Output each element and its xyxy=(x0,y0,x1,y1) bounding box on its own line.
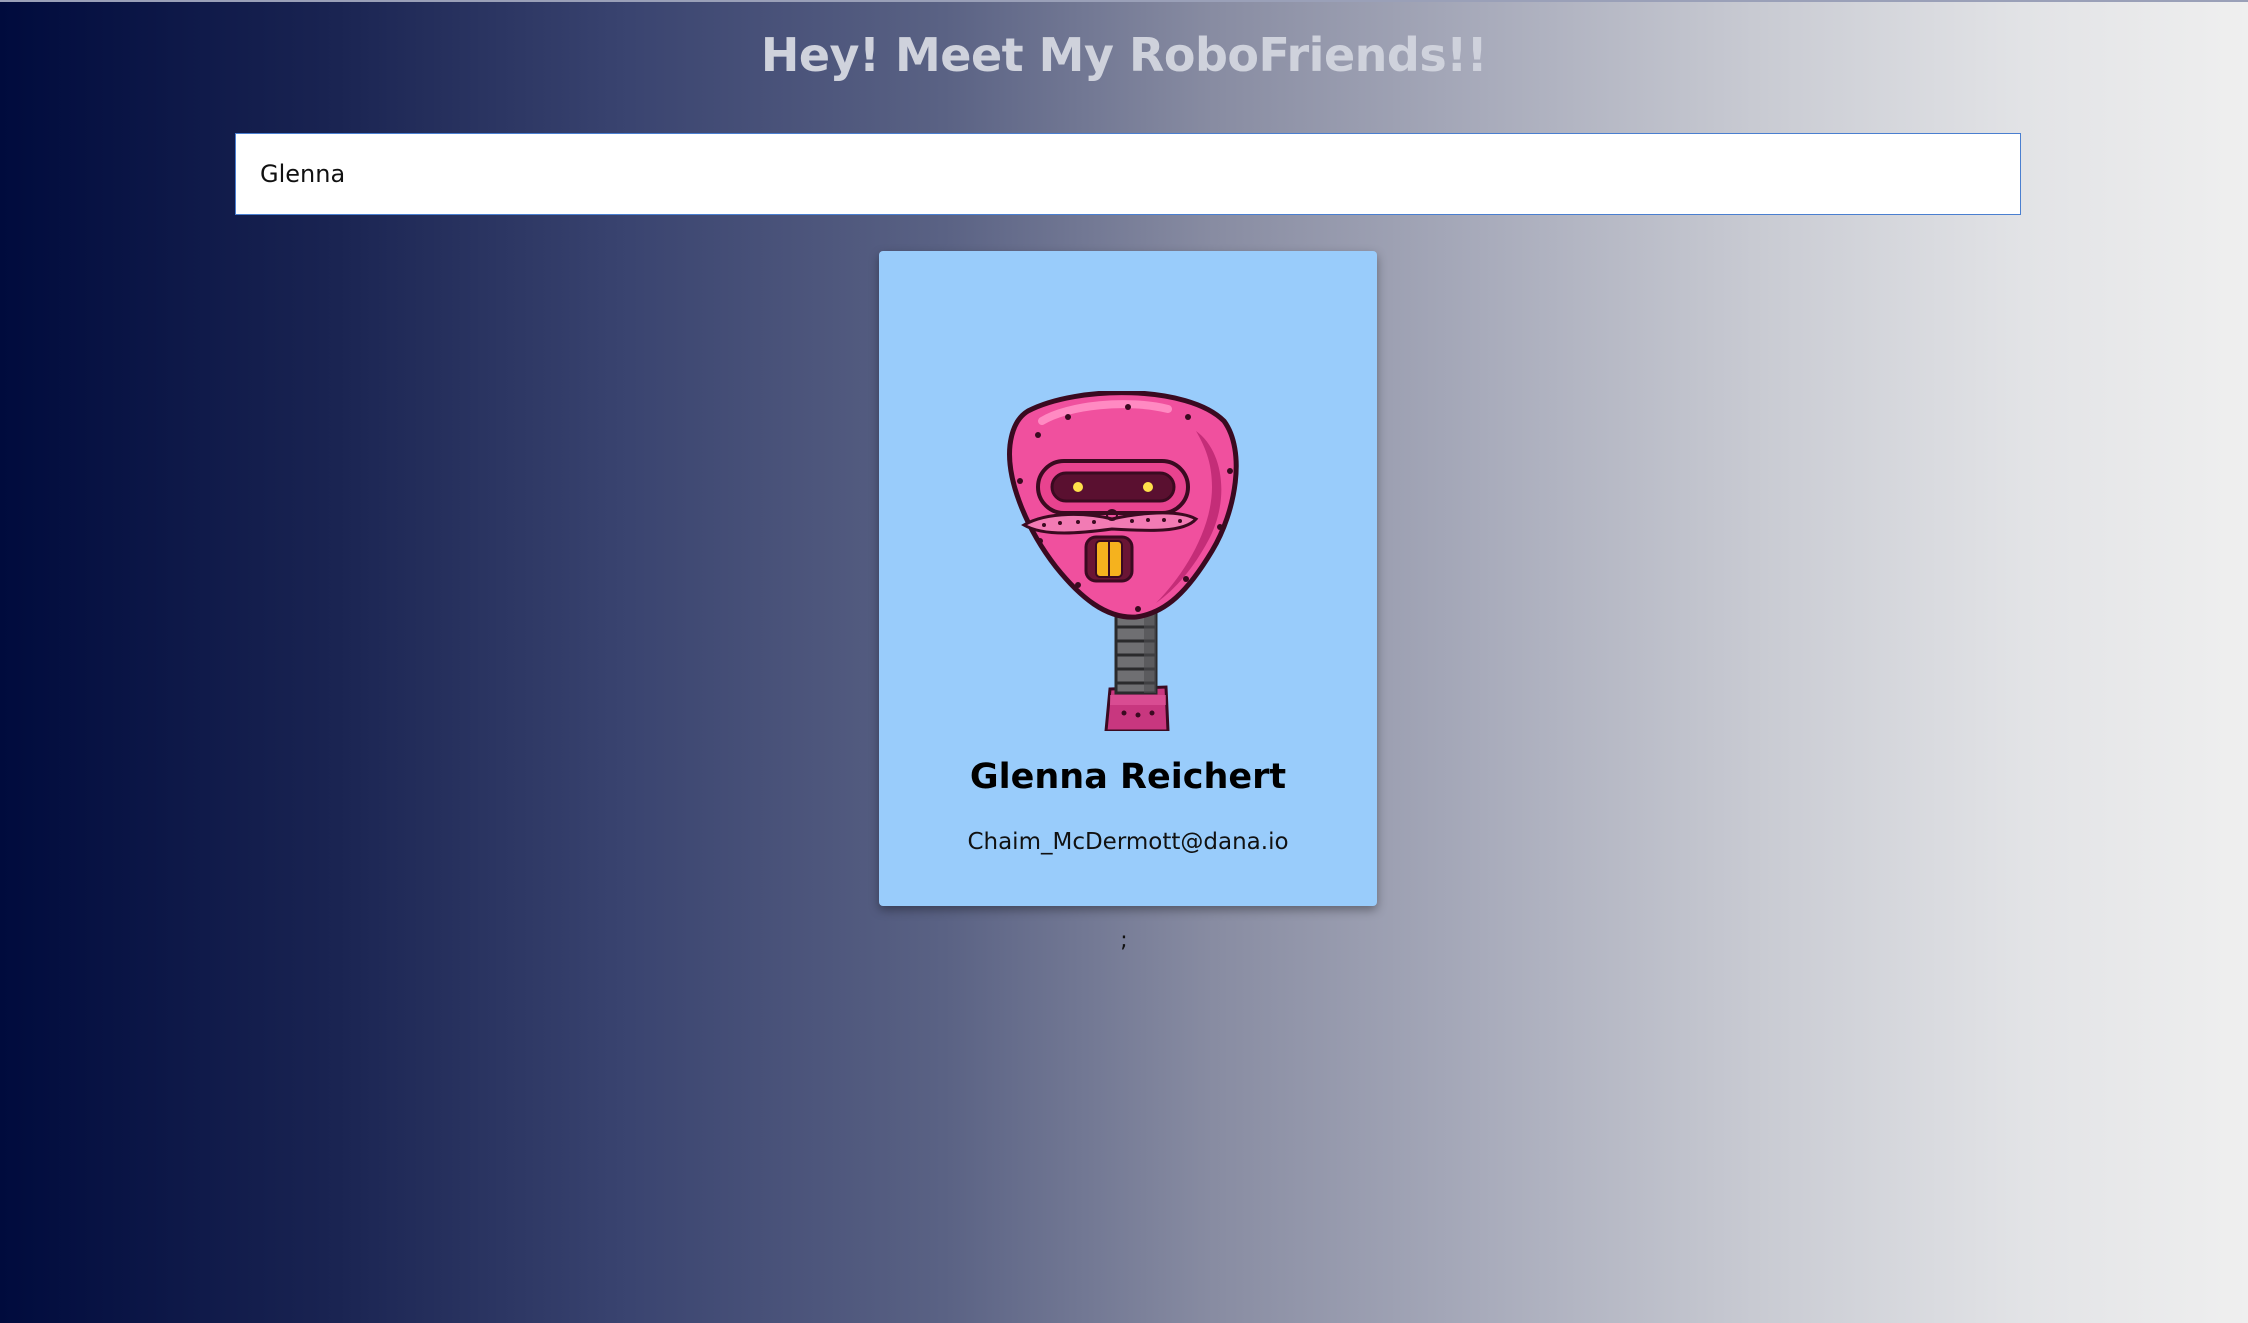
robot-card[interactable]: Glenna Reichert Chaim_McDermott@dana.io xyxy=(879,251,1377,906)
search-box[interactable] xyxy=(235,133,2021,215)
search-input[interactable] xyxy=(236,134,2020,214)
pink-robot-avatar xyxy=(1007,391,1239,731)
stray-text: ; xyxy=(1120,928,1128,953)
window-top-border xyxy=(0,0,2248,2)
page-title: Hey! Meet My RoboFriends!! xyxy=(760,28,1488,82)
card-name: Glenna Reichert xyxy=(969,757,1287,797)
card-email: Chaim_McDermott@dana.io xyxy=(967,829,1289,855)
